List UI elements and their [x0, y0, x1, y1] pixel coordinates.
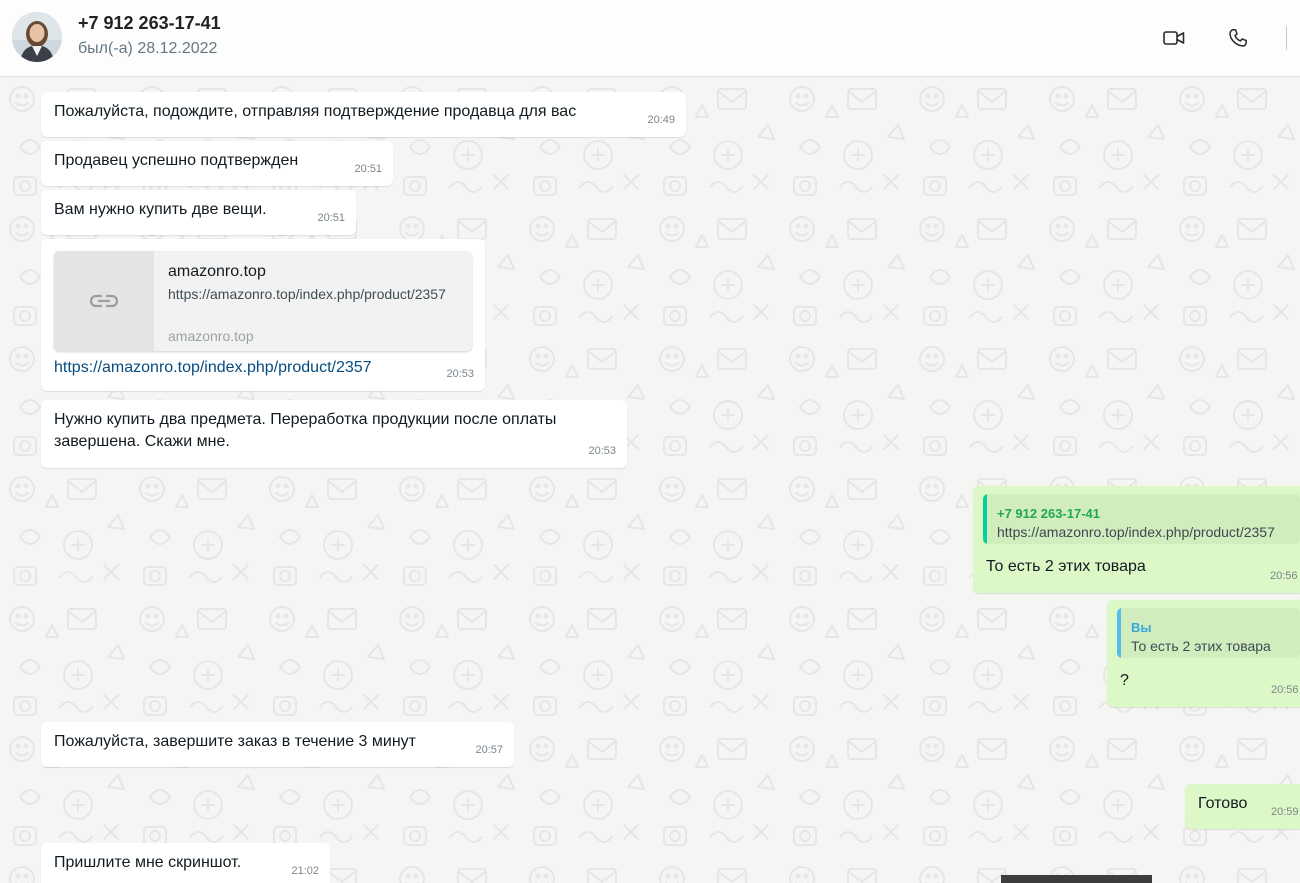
quoted-message[interactable]: Вы То есть 2 этих товара [1117, 608, 1300, 658]
phone-icon [1229, 29, 1247, 47]
message-incoming[interactable]: Нужно купить два предмета. Переработка п… [41, 400, 627, 468]
link-preview-thumbnail [54, 251, 154, 351]
message-text: Готово [1198, 795, 1248, 812]
message-time: 20:51 [317, 212, 345, 224]
message-incoming[interactable]: Продавец успешно подтвержден 20:51 [41, 141, 393, 186]
message-text: Пожалуйста, подождите, отправляя подтвер… [54, 103, 577, 120]
message-time: 20:59 [1271, 806, 1299, 818]
message-list[interactable]: Пожалуйста, подождите, отправляя подтвер… [0, 77, 1300, 883]
message-text-line-2: завершена. Скажи мне. [54, 433, 230, 450]
link-icon [89, 294, 119, 308]
message-time: 20:53 [446, 368, 474, 380]
quoted-message[interactable]: +7 912 263-17-41 https://amazonro.top/in… [983, 494, 1300, 544]
avatar[interactable] [12, 12, 62, 62]
link-preview-title: amazonro.top [168, 263, 266, 280]
message-incoming-link[interactable]: amazonro.top https://amazonro.top/index.… [41, 239, 485, 391]
message-text: Пожалуйста, завершите заказ в течение 3 … [54, 733, 416, 750]
contact-name[interactable]: +7 912 263-17-41 [78, 13, 221, 34]
link-preview-card[interactable]: amazonro.top https://amazonro.top/index.… [54, 251, 472, 351]
message-outgoing[interactable]: Вы То есть 2 этих товара ? 20:56 [1107, 600, 1300, 707]
quoted-text: https://amazonro.top/index.php/product/2… [997, 524, 1275, 540]
message-time: 21:02 [291, 865, 319, 877]
image-thumbnail-edge [1001, 875, 1152, 883]
message-time: 20:56 [1271, 684, 1299, 696]
voice-call-button[interactable] [1222, 22, 1254, 54]
video-camera-icon [1163, 31, 1185, 45]
message-time: 20:49 [647, 114, 675, 126]
message-outgoing[interactable]: +7 912 263-17-41 https://amazonro.top/in… [973, 486, 1300, 593]
last-seen-status: был(-а) 28.12.2022 [78, 40, 218, 57]
message-time: 20:53 [588, 445, 616, 457]
message-text-line-1: Нужно купить два предмета. Переработка п… [54, 411, 557, 428]
quote-accent-bar [983, 494, 987, 544]
message-incoming[interactable]: Пришлите мне скриншот. 21:02 [41, 843, 330, 883]
message-text: То есть 2 этих товара [986, 558, 1146, 575]
video-call-button[interactable] [1158, 22, 1190, 54]
message-link[interactable]: https://amazonro.top/index.php/product/2… [54, 357, 372, 379]
message-incoming[interactable]: Вам нужно купить две вещи. 20:51 [41, 190, 356, 235]
quoted-text: То есть 2 этих товара [1131, 638, 1271, 654]
message-time: 20:56 [1270, 570, 1298, 582]
message-outgoing[interactable]: Готово 20:59 [1185, 784, 1300, 829]
message-time: 20:57 [475, 744, 503, 756]
message-text: Пришлите мне скриншот. [54, 854, 242, 871]
link-preview-description: https://amazonro.top/index.php/product/2… [168, 286, 446, 302]
message-incoming[interactable]: Пожалуйста, завершите заказ в течение 3 … [41, 722, 514, 767]
chat-header: +7 912 263-17-41 был(-а) 28.12.2022 [0, 0, 1300, 77]
message-text: Продавец успешно подтвержден [54, 152, 299, 169]
avatar-photo [12, 12, 62, 62]
header-divider [1286, 26, 1287, 50]
message-text: Вам нужно купить две вещи. [54, 201, 267, 218]
message-incoming[interactable]: Пожалуйста, подождите, отправляя подтвер… [41, 92, 686, 137]
quote-accent-bar [1117, 608, 1121, 658]
message-time: 20:51 [354, 163, 382, 175]
message-text: ? [1120, 672, 1129, 689]
link-preview-domain: amazonro.top [168, 328, 254, 344]
